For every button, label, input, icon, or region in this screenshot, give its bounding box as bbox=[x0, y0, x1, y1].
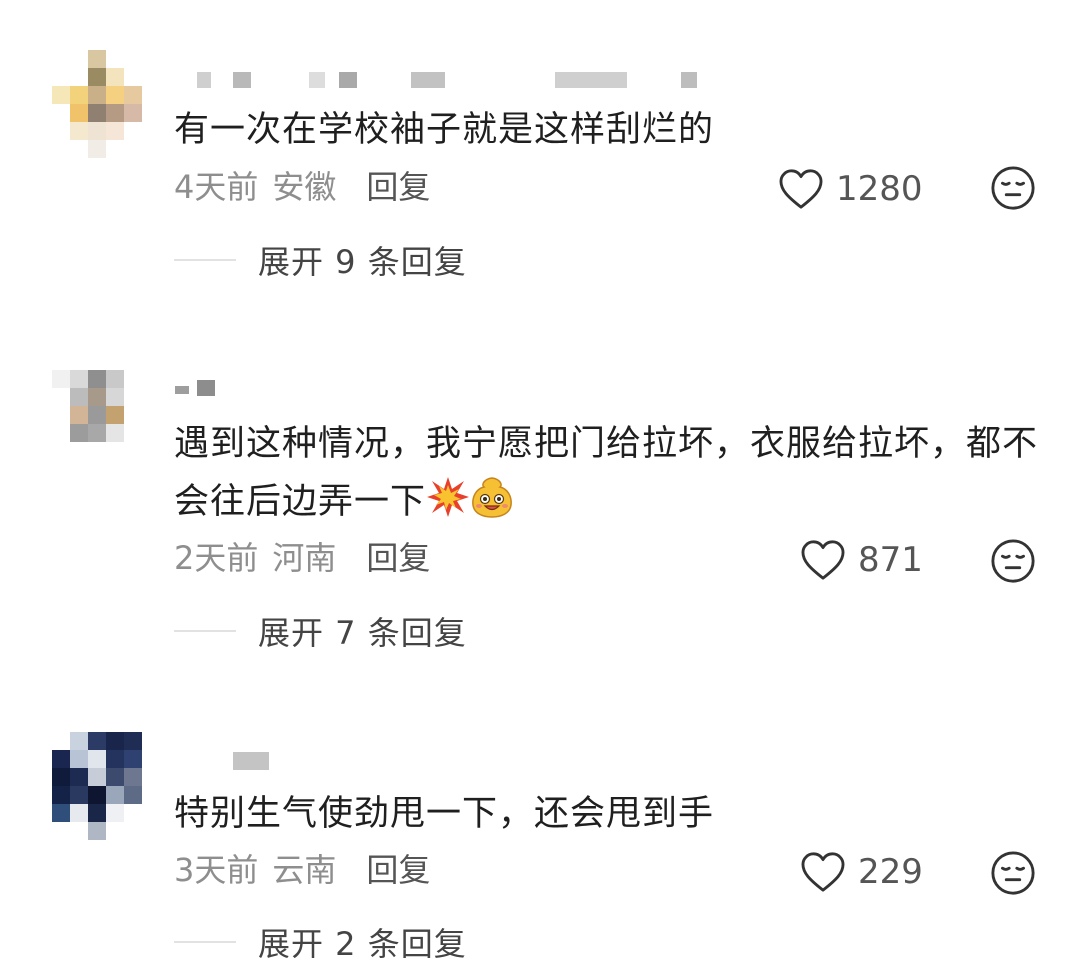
reply-button[interactable]: 回复 bbox=[366, 168, 430, 206]
like-count: 229 bbox=[858, 852, 923, 892]
expand-replies-button[interactable]: 展开 2 条回复 bbox=[174, 922, 467, 963]
username-blurred[interactable] bbox=[175, 746, 275, 776]
smiling-face-emoji bbox=[472, 477, 512, 518]
divider-line bbox=[174, 259, 236, 261]
expand-replies-label: 展开 2 条回复 bbox=[258, 925, 467, 963]
comment-meta: 3天前 云南 回复 bbox=[174, 850, 430, 890]
comment-time: 3天前 bbox=[174, 851, 259, 889]
username-blurred[interactable] bbox=[175, 374, 235, 404]
comment-list: { "comments": [ { "text": "有一次在学校袖子就是这样刮… bbox=[0, 0, 1080, 979]
expand-replies-label: 展开 9 条回复 bbox=[258, 243, 467, 281]
like-button[interactable]: 871 bbox=[800, 538, 923, 582]
comment-location: 安徽 bbox=[272, 168, 337, 206]
comment-text-content: 特别生气使劲甩一下，还会甩到手 bbox=[174, 794, 715, 834]
comment-item: 有一次在学校袖子就是这样刮烂的 4天前 安徽 回复 1280 展开 9 条回复 bbox=[0, 0, 1080, 300]
comment-location: 河南 bbox=[272, 539, 337, 577]
neutral-face-icon[interactable] bbox=[990, 165, 1036, 211]
comment-meta: 4天前 安徽 回复 bbox=[174, 167, 430, 207]
like-count: 871 bbox=[858, 540, 923, 580]
divider-line bbox=[174, 630, 236, 632]
avatar[interactable] bbox=[44, 370, 144, 480]
reply-button[interactable]: 回复 bbox=[366, 851, 430, 889]
comment-time: 2天前 bbox=[174, 539, 259, 577]
like-count: 1280 bbox=[836, 169, 923, 209]
divider-line bbox=[174, 941, 236, 943]
heart-outline-icon bbox=[801, 540, 845, 580]
comment-text: 遇到这种情况，我宁愿把门给拉坏，衣服给拉坏，都不会往后边弄一下 bbox=[174, 415, 1044, 531]
comment-time: 4天前 bbox=[174, 168, 259, 206]
expand-replies-button[interactable]: 展开 7 条回复 bbox=[174, 611, 467, 652]
like-button[interactable]: 1280 bbox=[778, 167, 923, 211]
avatar[interactable] bbox=[44, 50, 144, 160]
comment-meta: 2天前 河南 回复 bbox=[174, 538, 430, 578]
expand-replies-label: 展开 7 条回复 bbox=[258, 614, 467, 652]
reply-button[interactable]: 回复 bbox=[366, 539, 430, 577]
avatar[interactable] bbox=[44, 732, 144, 842]
comment-text: 特别生气使劲甩一下，还会甩到手 bbox=[174, 785, 1044, 843]
expand-replies-button[interactable]: 展开 9 条回复 bbox=[174, 240, 467, 281]
comment-text-content: 遇到这种情况，我宁愿把门给拉坏，衣服给拉坏，都不会往后边弄一下 bbox=[174, 424, 1039, 522]
collision-emoji bbox=[427, 477, 470, 517]
heart-outline-icon bbox=[801, 852, 845, 892]
comment-item: 特别生气使劲甩一下，还会甩到手 3天前 云南 回复 229 展开 2 条回复 bbox=[0, 700, 1080, 979]
comment-item: 遇到这种情况，我宁愿把门给拉坏，衣服给拉坏，都不会往后边弄一下 2天前 河南 回复 … bbox=[0, 330, 1080, 660]
username-blurred[interactable] bbox=[175, 66, 715, 96]
neutral-face-icon[interactable] bbox=[990, 850, 1036, 896]
like-button[interactable]: 229 bbox=[800, 850, 923, 894]
heart-outline-icon bbox=[779, 169, 823, 209]
comment-text-content: 有一次在学校袖子就是这样刮烂的 bbox=[174, 110, 715, 150]
neutral-face-icon[interactable] bbox=[990, 538, 1036, 584]
comment-location: 云南 bbox=[272, 851, 337, 889]
comment-text: 有一次在学校袖子就是这样刮烂的 bbox=[174, 101, 1044, 159]
